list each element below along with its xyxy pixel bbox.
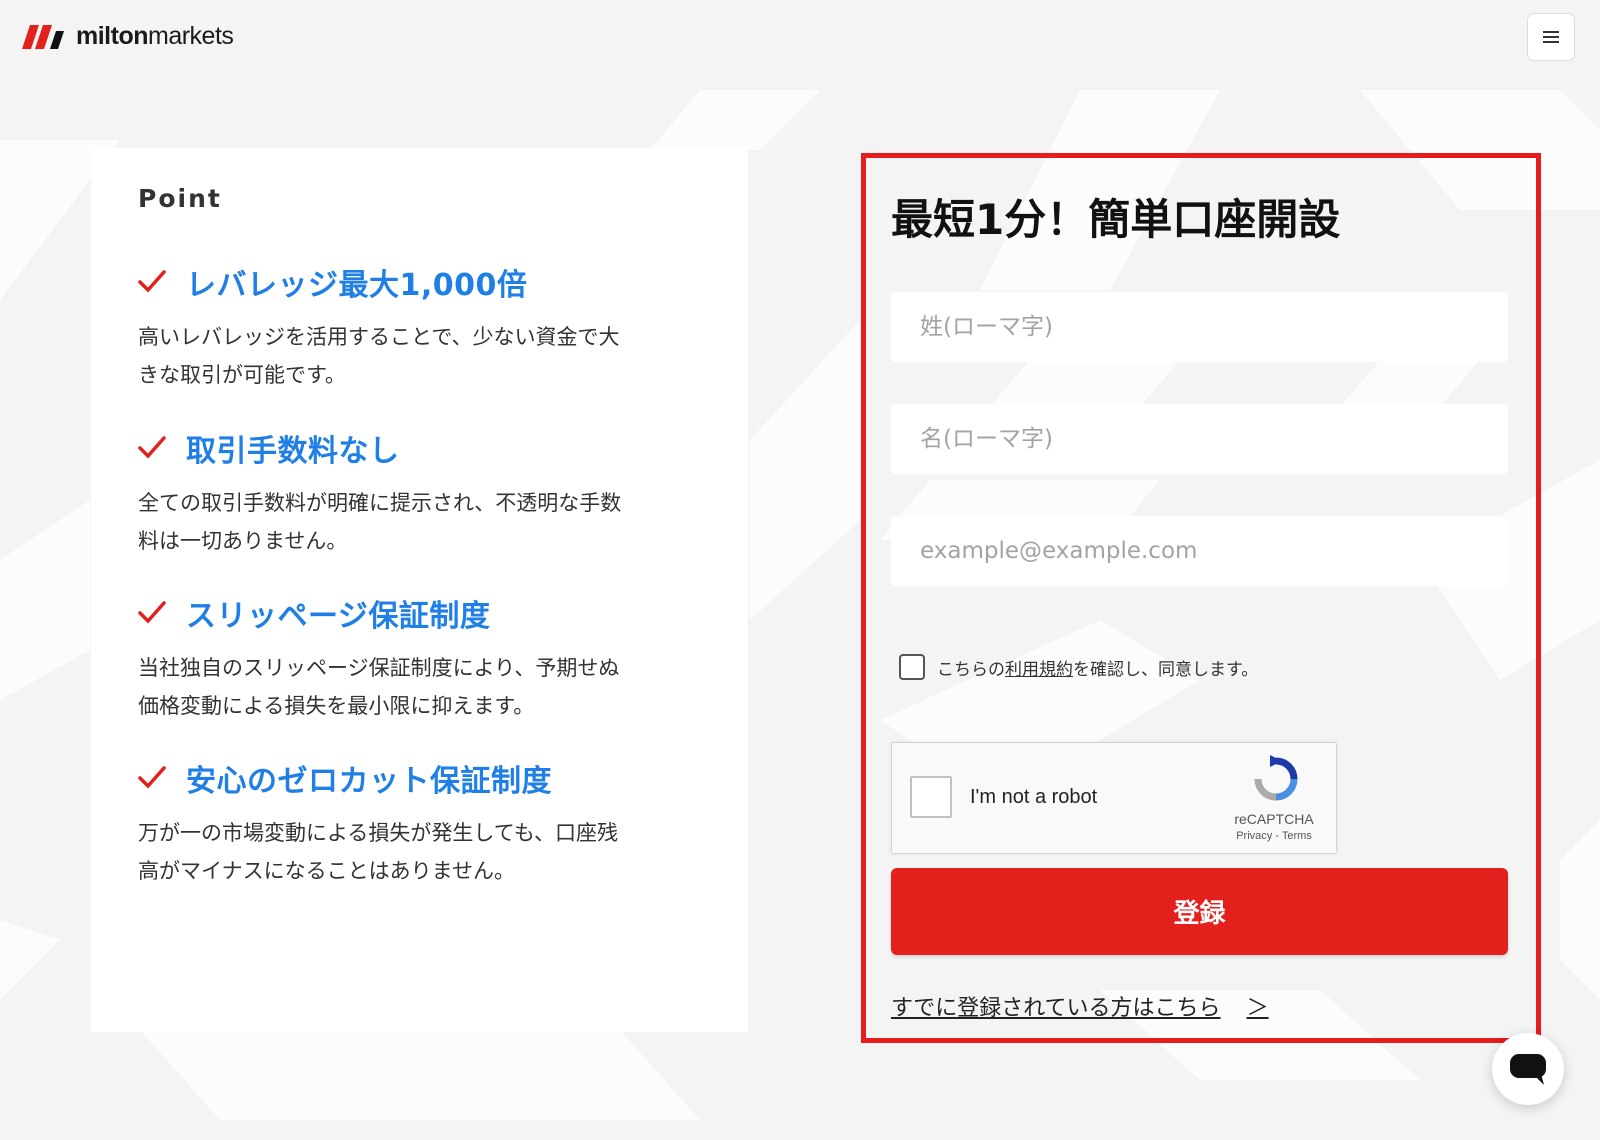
feature-title-row: 安心のゼロカット保証制度 [138, 756, 718, 800]
feature-description-line: 万が一の市場変動による損失が発生しても、口座残 [138, 821, 619, 845]
last-name-input[interactable] [891, 292, 1508, 362]
recaptcha-widget: I'm not a robot reCAPTCHA Privacy - Term… [891, 742, 1337, 854]
recaptcha-brand: reCAPTCHA [1234, 811, 1314, 827]
chat-widget-button[interactable] [1492, 1033, 1564, 1105]
checkmark-icon [138, 766, 166, 789]
brand-name: miltonmarkets [76, 22, 234, 51]
feature-description-line: 料は一切ありません。 [138, 529, 348, 553]
terms-agreement: こちらの利用規約を確認し、同意します。 [899, 654, 1258, 680]
milton-logo-mark-icon [22, 24, 64, 49]
brand-name-light: markets [148, 22, 234, 50]
email-input[interactable] [891, 516, 1508, 586]
feature-description-line: 当社独自のスリッページ保証制度により、予期せぬ [138, 656, 620, 680]
recaptcha-checkbox[interactable] [910, 776, 952, 818]
recaptcha-privacy-link[interactable]: Privacy [1236, 830, 1272, 842]
feature-description-line: 高いレバレッジを活用することで、少ない資金で大 [138, 325, 620, 349]
existing-user-login-link[interactable]: すでに登録されている方はこちら ＞ [891, 990, 1269, 1022]
feature-description: 全ての取引手数料が明確に提示され、不透明な手数 料は一切ありません。 [138, 484, 718, 560]
checkmark-icon [138, 436, 166, 459]
feature-title: レバレッジ最大1,000倍 [186, 268, 528, 303]
feature-description-line: 価格変動による損失を最小限に抑えます。 [138, 694, 535, 718]
feature-title: 取引手数料なし [186, 434, 400, 469]
feature-slippage-guarantee: スリッページ保証制度 当社独自のスリッページ保証制度により、予期せぬ 価格変動に… [138, 591, 718, 725]
points-heading: Point [138, 184, 222, 213]
feature-leverage: レバレッジ最大1,000倍 高いレバレッジを活用することで、少ない資金で大 きな… [138, 260, 718, 394]
feature-title-row: スリッページ保証制度 [138, 591, 718, 635]
feature-title-row: 取引手数料なし [138, 426, 718, 470]
chat-bubble-icon [1510, 1054, 1546, 1085]
recaptcha-links: Privacy - Terms [1212, 830, 1336, 842]
brand-logo[interactable]: miltonmarkets [22, 22, 234, 51]
signup-form-panel: 最短1分！簡単口座開設 こちらの利用規約を確認し、同意します。 I'm not … [861, 153, 1541, 1043]
menu-button[interactable] [1527, 13, 1575, 61]
points-panel: Point レバレッジ最大1,000倍 高いレバレッジを活用することで、少ない資… [91, 148, 748, 1032]
terms-prefix: こちらの [937, 659, 1005, 680]
terms-link[interactable]: 利用規約 [1005, 660, 1073, 680]
hamburger-menu-icon [1543, 31, 1559, 43]
terms-text: こちらの利用規約を確認し、同意します。 [937, 655, 1258, 680]
checkmark-icon [138, 601, 166, 624]
terms-suffix: を確認し、同意します。 [1073, 659, 1259, 680]
recaptcha-label: I'm not a robot [970, 786, 1098, 808]
feature-no-fees: 取引手数料なし 全ての取引手数料が明確に提示され、不透明な手数 料は一切ありませ… [138, 426, 718, 560]
feature-title-row: レバレッジ最大1,000倍 [138, 260, 718, 304]
top-header: miltonmarkets [0, 0, 1600, 76]
recaptcha-link-separator: - [1272, 830, 1282, 842]
terms-checkbox[interactable] [899, 654, 925, 680]
feature-description-line: きな取引が可能です。 [138, 363, 346, 387]
recaptcha-terms-link[interactable]: Terms [1282, 830, 1312, 842]
feature-description: 高いレバレッジを活用することで、少ない資金で大 きな取引が可能です。 [138, 318, 718, 394]
feature-title: スリッページ保証制度 [186, 599, 491, 634]
checkmark-icon [138, 270, 166, 293]
brand-name-bold: milton [76, 22, 149, 50]
form-title: 最短1分！簡単口座開設 [891, 195, 1341, 244]
feature-title: 安心のゼロカット保証制度 [186, 764, 552, 799]
feature-description: 万が一の市場変動による損失が発生しても、口座残 高がマイナスになることはありませ… [138, 814, 718, 890]
register-button[interactable]: 登録 [891, 868, 1508, 955]
chevron-right-icon: ＞ [1246, 996, 1269, 1021]
feature-description: 当社独自のスリッページ保証制度により、予期せぬ 価格変動による損失を最小限に抑え… [138, 649, 718, 725]
feature-zero-cut: 安心のゼロカット保証制度 万が一の市場変動による損失が発生しても、口座残 高がマ… [138, 756, 718, 890]
feature-description-line: 高がマイナスになることはありません。 [138, 859, 515, 883]
feature-description-line: 全ての取引手数料が明確に提示され、不透明な手数 [138, 491, 622, 515]
recaptcha-logo-icon [1254, 755, 1298, 801]
first-name-input[interactable] [891, 404, 1508, 474]
login-link-text: すでに登録されている方はこちら [891, 996, 1221, 1021]
